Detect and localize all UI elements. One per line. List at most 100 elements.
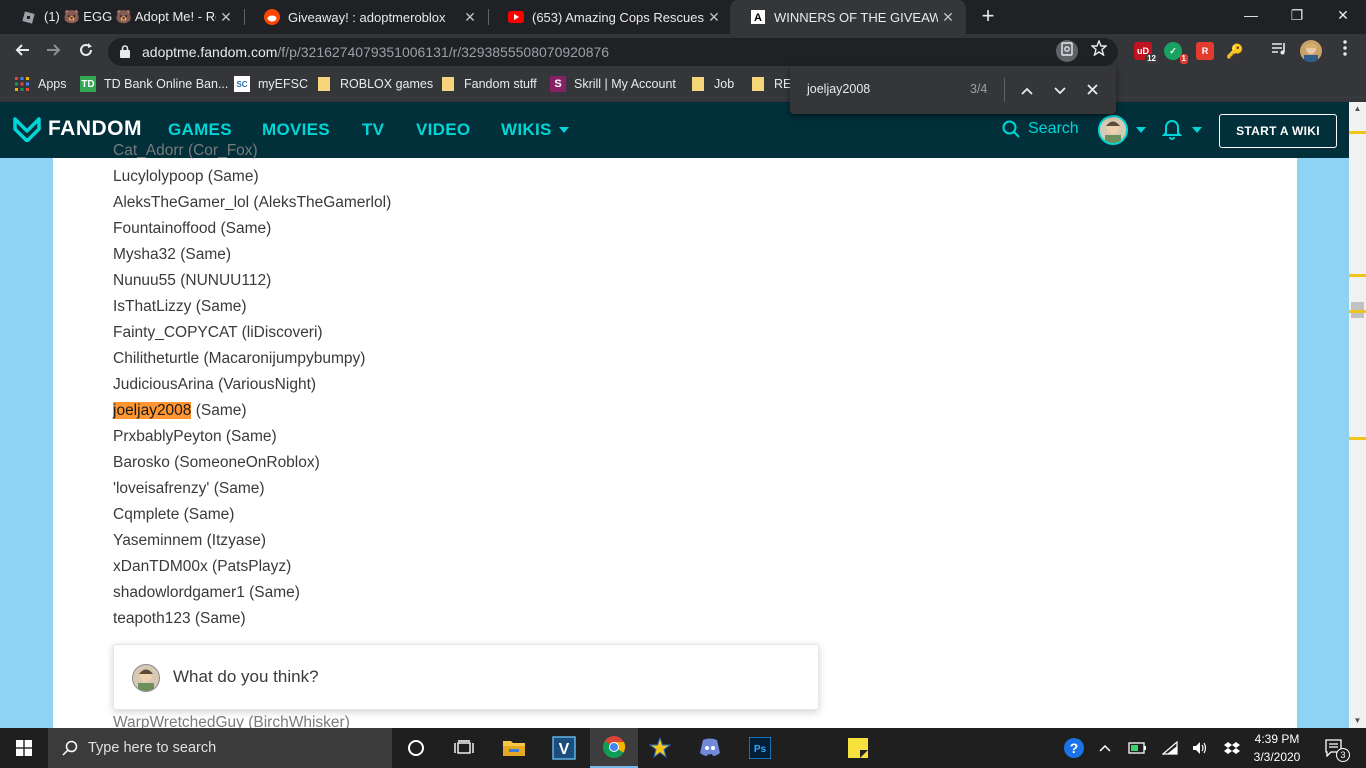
bookmark-myefsc[interactable]: SC myEFSC: [234, 75, 308, 93]
list-item-highlighted: joeljay2008 (Same): [113, 402, 247, 419]
show-hidden-icons-chevron-icon[interactable]: [1094, 728, 1116, 768]
efsc-icon: SC: [234, 76, 250, 92]
taskbar-clock[interactable]: 4:39 PM 3/3/2020: [1244, 730, 1310, 766]
find-previous-button[interactable]: [1016, 79, 1038, 101]
bookmark-star-icon[interactable]: [1088, 39, 1110, 62]
dropbox-tray-icon[interactable]: [1220, 728, 1244, 768]
list-item-partial: Cat_Adorr (Cor_Fox): [113, 142, 258, 159]
scroll-up-icon[interactable]: ▲: [1349, 102, 1366, 116]
find-in-page-icon[interactable]: [1056, 40, 1078, 62]
back-button[interactable]: [8, 38, 36, 66]
cortana-button[interactable]: [392, 728, 440, 768]
svg-text:V: V: [559, 741, 570, 758]
chrome-menu-icon[interactable]: [1334, 40, 1356, 62]
new-tab-button[interactable]: +: [976, 4, 1000, 28]
media-queue-icon[interactable]: [1268, 40, 1290, 62]
post-content: Cat_Adorr (Cor_Fox) Lucylolypoop (Same) …: [53, 142, 889, 728]
start-a-wiki-button[interactable]: START A WIKI: [1219, 114, 1337, 148]
tab-reddit-giveaway[interactable]: Giveaway! : adoptmeroblox ✕: [244, 0, 488, 34]
list-item: teapoth123 (Same): [113, 610, 246, 627]
tab-close-icon[interactable]: ✕: [216, 9, 236, 26]
folder-icon: [690, 76, 706, 92]
window-close-button[interactable]: ✕: [1320, 0, 1366, 30]
key-extension-icon[interactable]: 🔑: [1226, 42, 1244, 60]
ublock-extension-icon[interactable]: uD 12: [1134, 42, 1158, 64]
help-tray-icon[interactable]: ?: [1060, 728, 1088, 768]
nav-tv[interactable]: TV: [362, 120, 384, 140]
tab-close-icon[interactable]: ✕: [938, 9, 958, 26]
list-item: shadowlordgamer1 (Same): [113, 584, 300, 601]
taskbar-search-box[interactable]: Type here to search: [48, 728, 392, 768]
page-scrollbar[interactable]: ▲ ▼: [1349, 102, 1366, 728]
forward-button[interactable]: [40, 38, 68, 66]
bookmark-apps[interactable]: Apps: [14, 75, 67, 93]
bookmark-skrill[interactable]: S Skrill | My Account: [550, 75, 676, 93]
find-next-button[interactable]: [1049, 79, 1071, 101]
tab-adopt-me-roblox[interactable]: (1) 🐻 EGG 🐻 Adopt Me! - Roblo ✕: [0, 0, 244, 34]
roblox-favicon-icon: [20, 9, 36, 25]
tab-close-icon[interactable]: ✕: [460, 9, 480, 26]
list-item-partial: WarpWretchedGuy (BirchWhisker): [113, 714, 350, 728]
windows-logo-icon: [16, 740, 32, 756]
battery-tray-icon[interactable]: [1126, 728, 1150, 768]
check-extension-icon[interactable]: ✓ 1: [1164, 42, 1188, 64]
address-bar[interactable]: adoptme.fandom.com/f/p/32162740793510061…: [108, 38, 1118, 66]
wifi-tray-icon[interactable]: [1158, 728, 1182, 768]
bookmark-label: Apps: [38, 77, 67, 91]
bookmark-fandom-stuff[interactable]: Fandom stuff: [440, 75, 537, 93]
sticky-notes-app[interactable]: [834, 728, 882, 768]
find-query-input[interactable]: joeljay2008: [807, 82, 870, 96]
bookmark-label: Skrill | My Account: [574, 77, 676, 91]
profile-avatar-icon[interactable]: [1300, 40, 1322, 62]
notifications-bell-icon[interactable]: [1161, 118, 1183, 145]
comment-placeholder: What do you think?: [173, 667, 319, 686]
vegas-app[interactable]: V: [540, 728, 588, 768]
url-text: adoptme.fandom.com/f/p/32162740793510061…: [142, 44, 609, 60]
nav-movies[interactable]: MOVIES: [262, 120, 330, 140]
taskbar-search-placeholder: Type here to search: [88, 740, 217, 756]
user-avatar[interactable]: [1098, 115, 1128, 145]
browser-toolbar: adoptme.fandom.com/f/p/32162740793510061…: [0, 34, 1366, 70]
nav-video[interactable]: VIDEO: [416, 120, 470, 140]
discord-icon: [700, 738, 720, 756]
minimize-button[interactable]: —: [1228, 0, 1274, 30]
close-icon: [1086, 84, 1098, 95]
nav-wikis[interactable]: WIKIS: [501, 120, 552, 140]
clock-date: 3/3/2020: [1253, 750, 1301, 764]
v-app-icon: V: [552, 736, 576, 760]
svg-text:Ps: Ps: [754, 744, 767, 755]
tab-winners-giveaway[interactable]: A WINNERS OF THE GIVEAWAY!! | F ✕: [730, 0, 966, 34]
photoshop-app[interactable]: Ps: [736, 728, 784, 768]
star-app[interactable]: [636, 728, 684, 768]
svg-text:?: ?: [1070, 740, 1079, 756]
maximize-button[interactable]: ❐: [1274, 0, 1320, 30]
volume-tray-icon[interactable]: [1188, 728, 1212, 768]
find-close-button[interactable]: [1081, 79, 1103, 101]
reload-button[interactable]: [72, 38, 100, 66]
nav-games[interactable]: GAMES: [168, 120, 232, 140]
tab-youtube-cops[interactable]: (653) Amazing Cops Rescues | Re ✕: [488, 0, 732, 34]
bookmark-td-bank[interactable]: TD TD Bank Online Ban...: [80, 75, 228, 93]
list-item: Barosko (SomeoneOnRoblox): [113, 454, 320, 471]
chrome-app[interactable]: [590, 728, 638, 768]
bookmark-job[interactable]: Job: [690, 75, 734, 93]
task-view-button[interactable]: [440, 728, 488, 768]
start-button[interactable]: [0, 728, 48, 768]
tab-strip: (1) 🐻 EGG 🐻 Adopt Me! - Roblo ✕ Giveaway…: [0, 0, 1366, 34]
user-menu-caret-icon[interactable]: [1136, 127, 1146, 133]
list-item: Chilitheturtle (Macaronijumpybumpy): [113, 350, 366, 367]
bookmark-roblox-games[interactable]: ROBLOX games: [316, 75, 433, 93]
action-center-button[interactable]: 3: [1318, 728, 1352, 768]
discord-app[interactable]: [686, 728, 734, 768]
scroll-down-icon[interactable]: ▼: [1349, 714, 1366, 728]
notifications-caret-icon[interactable]: [1192, 127, 1202, 133]
fandom-search-button[interactable]: Search: [1002, 120, 1079, 138]
comment-input[interactable]: What do you think?: [113, 644, 819, 710]
tab-close-icon[interactable]: ✕: [704, 9, 724, 26]
bookmarks-bar: Apps TD TD Bank Online Ban... SC myEFSC …: [0, 70, 1366, 98]
file-explorer-app[interactable]: [490, 728, 538, 768]
find-match-highlight: joeljay2008: [113, 402, 192, 419]
roblox-extension-icon[interactable]: R: [1196, 42, 1214, 60]
chevron-down-icon: [1054, 87, 1066, 95]
folder-icon: [503, 741, 525, 756]
